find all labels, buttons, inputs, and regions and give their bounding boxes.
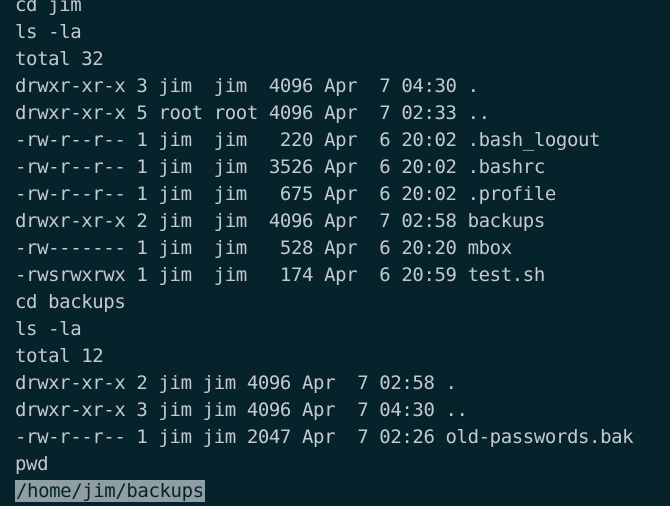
terminal-line-listing: drwxr-xr-x 2 jim jim 4096 Apr 7 02:58 . — [15, 372, 457, 394]
terminal-line-command: ls -la — [15, 21, 82, 43]
terminal-line-command: ls -la — [15, 318, 82, 340]
terminal-line-listing: -rw-r--r-- 1 jim jim 675 Apr 6 20:02 .pr… — [15, 183, 556, 205]
terminal-line-listing: drwxr-xr-x 3 jim jim 4096 Apr 7 04:30 . — [15, 75, 479, 97]
terminal-line-listing: -rwsrwxrwx 1 jim jim 174 Apr 6 20:59 tes… — [15, 264, 545, 286]
terminal-line-listing: drwxr-xr-x 2 jim jim 4096 Apr 7 02:58 ba… — [15, 210, 545, 232]
terminal-line-listing: -rw-r--r-- 1 jim jim 3526 Apr 6 20:02 .b… — [15, 156, 545, 178]
terminal-line-command: pwd — [15, 453, 49, 475]
terminal-line-listing: -rw-r--r-- 1 jim jim 2047 Apr 7 02:26 ol… — [15, 426, 634, 448]
selected-text[interactable]: /home/jim/backups — [15, 480, 205, 502]
terminal-line-command: cd backups — [15, 291, 126, 313]
terminal-line-listing: drwxr-xr-x 5 root root 4096 Apr 7 02:33 … — [15, 102, 490, 124]
terminal-line-total: total 12 — [15, 345, 104, 367]
terminal-line-listing: drwxr-xr-x 3 jim jim 4096 Apr 7 04:30 .. — [15, 399, 468, 421]
terminal-line-output-selected[interactable]: /home/jim/backups — [15, 478, 670, 505]
terminal-output[interactable]: cd jim ls -la total 32 drwxr-xr-x 3 jim … — [0, 0, 670, 502]
terminal-line-command: cd jim — [15, 0, 82, 16]
terminal-line-total: total 32 — [15, 48, 104, 70]
terminal-line-listing: -rw-r--r-- 1 jim jim 220 Apr 6 20:02 .ba… — [15, 129, 601, 151]
terminal-line-listing: -rw------- 1 jim jim 528 Apr 6 20:20 mbo… — [15, 237, 512, 259]
